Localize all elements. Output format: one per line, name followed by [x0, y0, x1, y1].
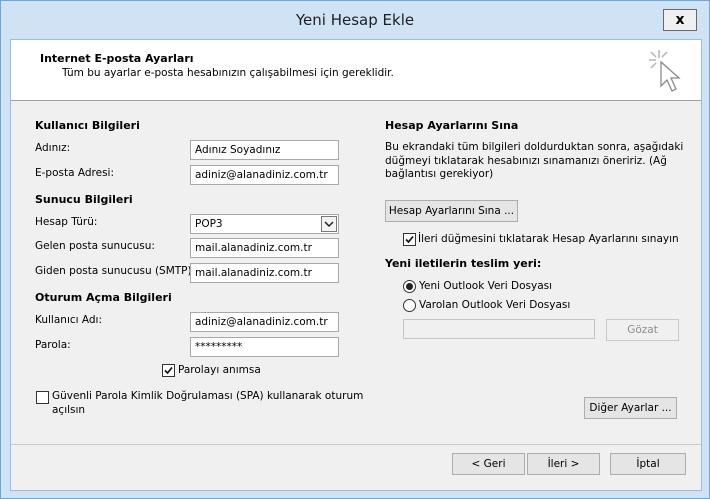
name-field[interactable]: Adınız Soyadınız [190, 140, 339, 160]
chevron-down-icon[interactable] [321, 216, 337, 232]
back-button[interactable]: < Geri [452, 453, 525, 475]
next-button[interactable]: İleri > [527, 453, 600, 475]
incoming-server-label: Gelen posta sunucusu: [35, 240, 155, 252]
logon-info-heading: Oturum Açma Bilgileri [35, 291, 172, 304]
page-subtitle: Tüm bu ayarlar e-posta hesabınızın çalış… [62, 67, 394, 79]
outgoing-server-field[interactable]: mail.alanadiniz.com.tr [190, 263, 339, 283]
delivery-heading: Yeni iletilerin teslim yeri: [385, 257, 542, 270]
test-settings-heading: Hesap Ayarlarını Sına [385, 119, 519, 132]
new-data-file-radio[interactable] [403, 280, 416, 293]
data-file-path-field[interactable] [403, 319, 595, 339]
wizard-cursor-icon [649, 50, 681, 92]
dialog-window: Yeni Hesap Ekle x Internet E-posta Ayarl… [0, 0, 710, 499]
name-label: Adınız: [35, 142, 71, 154]
spa-checkbox[interactable] [36, 391, 49, 404]
username-label: Kullanıcı Adı: [35, 314, 103, 326]
account-type-value: POP3 [195, 218, 223, 230]
title-bar[interactable]: Yeni Hesap Ekle x [1, 1, 709, 39]
test-desc-line1: Bu ekrandaki tüm bilgileri doldurduktan … [385, 141, 684, 153]
footer-divider [11, 444, 701, 445]
wizard-header: Internet E-posta Ayarları Tüm bu ayarlar… [11, 40, 701, 101]
new-data-file-label[interactable]: Yeni Outlook Veri Dosyası [419, 280, 552, 292]
browse-button[interactable]: Gözat [606, 319, 679, 341]
server-info-heading: Sunucu Bilgileri [35, 193, 133, 206]
password-label: Parola: [35, 339, 71, 351]
email-field[interactable]: adiniz@alanadiniz.com.tr [190, 165, 339, 185]
page-title: Internet E-posta Ayarları [40, 52, 194, 65]
account-type-label: Hesap Türü: [35, 216, 98, 228]
test-account-settings-button[interactable]: Hesap Ayarlarını Sına ... [385, 200, 518, 222]
outgoing-server-label: Giden posta sunucusu (SMTP): [35, 265, 196, 277]
dialog-content: Internet E-posta Ayarları Tüm bu ayarlar… [10, 39, 702, 491]
account-type-select[interactable]: POP3 [190, 214, 339, 234]
remember-password-label[interactable]: Parolayı anımsa [178, 364, 261, 376]
test-desc-line2: düğmeyi tıklatarak hesabınızı sınamanızı… [385, 155, 667, 167]
remember-password-checkbox[interactable] [162, 364, 175, 377]
existing-data-file-label[interactable]: Varolan Outlook Veri Dosyası [419, 299, 570, 311]
spa-label-line1[interactable]: Güvenli Parola Kimlik Doğrulaması (SPA) … [52, 390, 363, 402]
user-info-heading: Kullanıcı Bilgileri [35, 119, 140, 132]
existing-data-file-radio[interactable] [403, 299, 416, 312]
auto-test-checkbox[interactable] [403, 233, 416, 246]
close-button[interactable]: x [663, 9, 697, 31]
incoming-server-field[interactable]: mail.alanadiniz.com.tr [190, 238, 339, 258]
auto-test-label[interactable]: İleri düğmesini tıklatarak Hesap Ayarlar… [418, 233, 679, 245]
password-field[interactable]: ********* [190, 337, 339, 357]
email-label: E-posta Adresi: [35, 167, 115, 179]
window-title: Yeni Hesap Ekle [295, 11, 415, 29]
username-field[interactable]: adiniz@alanadiniz.com.tr [190, 312, 339, 332]
more-settings-button[interactable]: Diğer Ayarlar ... [584, 397, 677, 419]
spa-label-line2[interactable]: açılsın [52, 404, 85, 416]
test-desc-line3: bağlantısı gerekiyor) [385, 168, 494, 180]
cancel-button[interactable]: İptal [610, 453, 686, 475]
